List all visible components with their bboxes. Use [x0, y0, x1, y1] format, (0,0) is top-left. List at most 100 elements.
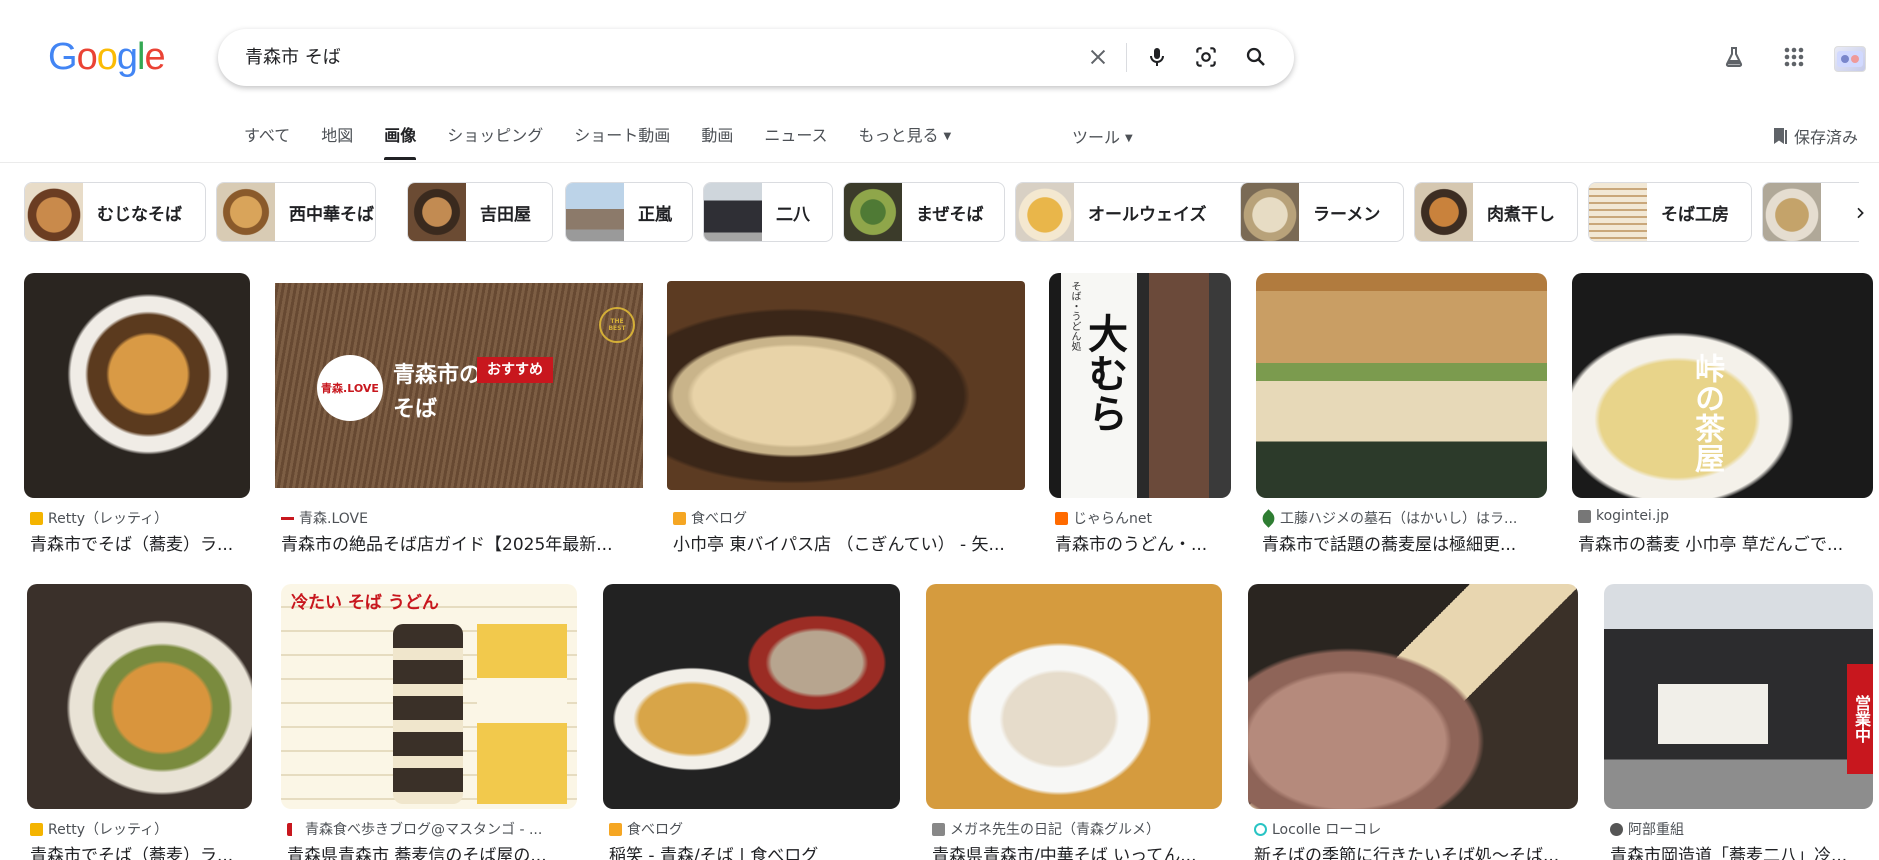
- source-favicon: [281, 511, 294, 525]
- related-chips: むじなそば 西中華そば 吉田屋 正嵐 二八 まぜそば オールウェイズ ラーメン …: [24, 182, 1859, 242]
- result-image[interactable]: [1256, 273, 1547, 498]
- tab-all[interactable]: すべて: [244, 124, 290, 160]
- best-badge: THE BEST: [599, 307, 635, 343]
- result-title[interactable]: 稲笑 - 青森/そば | 食べログ: [609, 841, 900, 860]
- chevron-right-icon[interactable]: [1846, 199, 1874, 227]
- clear-icon[interactable]: [1080, 39, 1116, 75]
- google-logo[interactable]: Google: [48, 36, 166, 79]
- source-favicon: [673, 511, 686, 525]
- menu-specials: [477, 624, 567, 804]
- search-input[interactable]: [245, 29, 1045, 86]
- tab-shopping[interactable]: ショッピング: [447, 124, 543, 160]
- tab-more-label: もっと見る: [858, 126, 939, 145]
- result-title[interactable]: 青森市の蕎麦 小巾亭 草だんごで...: [1578, 530, 1873, 555]
- tabs-divider: [0, 162, 1879, 163]
- result-title[interactable]: 青森市でそば（蕎麦）ラ...: [30, 530, 250, 555]
- chip-label: 西中華そば: [289, 204, 374, 225]
- chip-thumbnail: [1589, 183, 1647, 241]
- chip-thumbnail: [1415, 183, 1473, 241]
- source-favicon: [1055, 511, 1068, 525]
- result-image[interactable]: [24, 273, 250, 498]
- microphone-icon[interactable]: [1139, 39, 1175, 75]
- tools-label: ツール: [1072, 128, 1121, 147]
- result-image[interactable]: そば・うどん処 大むら: [1049, 273, 1231, 498]
- tab-maps[interactable]: 地図: [321, 124, 353, 160]
- result-title[interactable]: 新そばの季節に行きたいそば処〜そば...: [1254, 841, 1578, 860]
- result-title[interactable]: 青森市岡造道「蕎麦二八」冷...: [1610, 841, 1873, 860]
- chip-nishi-chuka-soba[interactable]: 西中華そば: [216, 182, 376, 242]
- chip-thumbnail: [1763, 183, 1821, 241]
- chip-soba-kobo[interactable]: そば工房: [1588, 182, 1752, 242]
- chip-yoshidaya[interactable]: 吉田屋: [407, 182, 553, 242]
- result-source: kogintei.jp: [1596, 508, 1670, 524]
- labs-flask-icon[interactable]: [1718, 41, 1750, 73]
- sale-banner: 営業中: [1847, 664, 1873, 774]
- chip-niku-niboshi[interactable]: 肉煮干し: [1414, 182, 1578, 242]
- tab-more[interactable]: もっと見る ▼: [859, 124, 952, 160]
- camera-lens-icon[interactable]: [1188, 39, 1224, 75]
- shop-sign-text: 峠の茶屋: [1689, 353, 1724, 473]
- result-image[interactable]: [1248, 584, 1578, 809]
- result-image[interactable]: [27, 584, 252, 809]
- chip-mujina-soba[interactable]: むじなそば: [24, 182, 206, 242]
- result-image[interactable]: [667, 281, 1025, 490]
- banner-badge: おすすめ: [477, 357, 553, 383]
- chip-more[interactable]: [1762, 182, 1859, 242]
- tab-images[interactable]: 画像: [384, 124, 417, 160]
- source-favicon: [30, 511, 43, 525]
- shop-window: [1658, 684, 1768, 744]
- result-title[interactable]: 青森市で話題の蕎麦屋は極細更...: [1262, 530, 1547, 555]
- result-title[interactable]: 青森市のうどん・...: [1055, 530, 1231, 555]
- source-favicon: [30, 822, 43, 836]
- tab-videos[interactable]: 動画: [701, 124, 733, 160]
- search-icon[interactable]: [1238, 39, 1274, 75]
- result-image[interactable]: 峠の茶屋: [1572, 273, 1873, 498]
- bookmark-icon: [1774, 128, 1787, 144]
- chip-label: 吉田屋: [480, 204, 531, 225]
- chip-nihachi[interactable]: 二八: [703, 182, 833, 242]
- result-title[interactable]: 青森市の絶品そば店ガイド【2025年最新...: [281, 530, 641, 555]
- chip-thumbnail: [1016, 183, 1074, 241]
- account-avatar[interactable]: [1834, 46, 1866, 72]
- menu-header: 冷たい そば うどん: [291, 593, 439, 613]
- banner-subtitle: そば: [393, 397, 438, 422]
- result-image[interactable]: [926, 584, 1222, 809]
- result-title[interactable]: 青森市でそば（蕎麦）ラ...: [30, 841, 252, 860]
- chip-label: 二八: [776, 204, 810, 225]
- banner-title: 青森市の: [393, 363, 482, 388]
- chip-label: まぜそば: [916, 204, 984, 225]
- chip-thumbnail: [704, 183, 762, 241]
- result-source: Locolle ローコレ: [1272, 822, 1382, 838]
- chip-maze-soba[interactable]: まぜそば: [843, 182, 1005, 242]
- saved-button[interactable]: 保存済み: [1772, 124, 1858, 148]
- result-image[interactable]: 営業中: [1604, 584, 1873, 809]
- search-tabs: すべて 地図 画像 ショッピング ショート動画 動画 ニュース もっと見る ▼: [244, 124, 982, 160]
- tools-button[interactable]: ツール ▼: [1072, 124, 1133, 148]
- chip-thumbnail: [566, 183, 624, 241]
- result-source: 青森食べ歩きブログ@マスタンゴ - ...: [305, 822, 543, 838]
- result-source: 工藤ハジメの墓石（はかいし）はラ...: [1280, 511, 1518, 527]
- source-favicon: [1254, 822, 1267, 836]
- result-image[interactable]: [603, 584, 900, 809]
- source-favicon: [932, 822, 945, 836]
- caret-down-icon: ▼: [943, 131, 952, 142]
- banner-logo: 青森.LOVE: [317, 355, 383, 421]
- tab-short-videos[interactable]: ショート動画: [574, 124, 670, 160]
- source-favicon: [287, 822, 300, 836]
- chip-thumbnail: [844, 183, 902, 241]
- chip-ramen[interactable]: ラーメン: [1240, 182, 1404, 242]
- apps-grid-icon[interactable]: [1778, 41, 1810, 73]
- sign-text: 大むら: [1081, 313, 1128, 433]
- chip-label: ラーメン: [1313, 204, 1381, 225]
- result-source: 阿部重組: [1628, 822, 1684, 838]
- chip-thumbnail: [408, 183, 466, 241]
- result-image[interactable]: 冷たい そば うどん: [281, 584, 577, 809]
- result-title[interactable]: 小巾亭 東バイパス店 （こぎんてい） - 矢...: [673, 530, 1023, 555]
- result-title[interactable]: 青森県青森市 蕎麦信のそば屋の...: [287, 841, 577, 860]
- chip-always[interactable]: オールウェイズ: [1015, 182, 1251, 242]
- chip-label: 肉煮干し: [1487, 204, 1555, 225]
- result-image[interactable]: 青森.LOVE 青森市の おすすめ そば THE BEST: [275, 273, 643, 498]
- tab-news[interactable]: ニュース: [764, 124, 827, 160]
- result-title[interactable]: 青森県青森市/中華そば いってん...: [932, 841, 1222, 860]
- chip-seiran[interactable]: 正嵐: [565, 182, 693, 242]
